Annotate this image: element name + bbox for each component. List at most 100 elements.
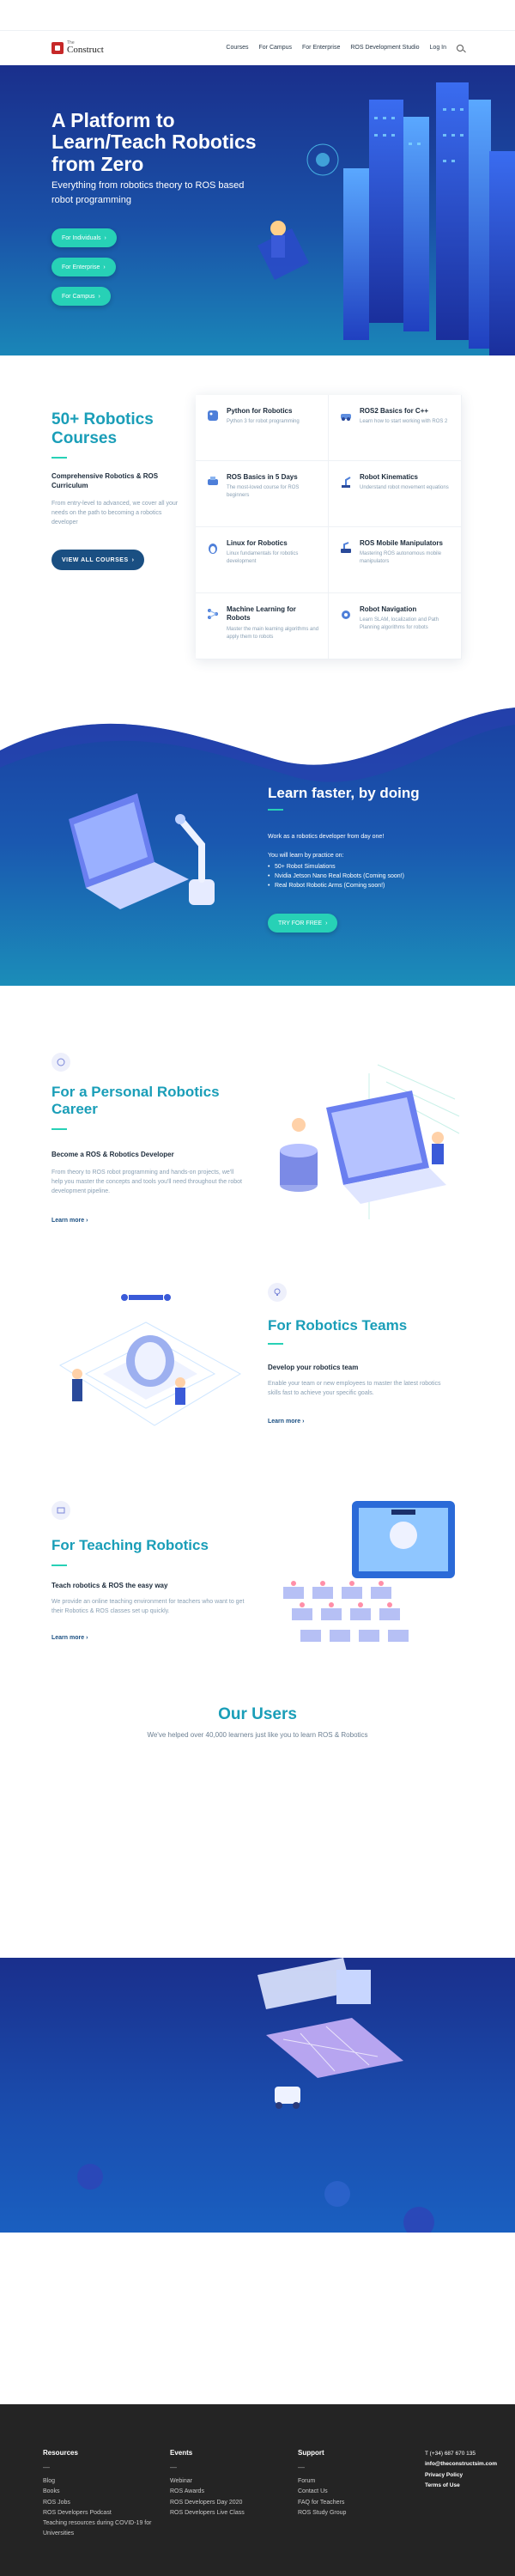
course-card[interactable]: Python for Robotics Python 3 for robot pr…	[196, 395, 329, 461]
robotics-teams-description: Enable your team or new employees to mas…	[268, 1381, 441, 1397]
footer-resources-column: Resources — Blog Books ROS Jobs ROS Deve…	[43, 2449, 163, 2540]
neural-network-icon	[208, 609, 218, 619]
our-users-title: Our Users	[218, 1705, 297, 1723]
course-name: Robot Navigation	[360, 605, 417, 613]
for-enterprise-button[interactable]: For Enterprise ›	[52, 258, 116, 276]
course-grid: Python for Robotics Python 3 for robot pr…	[196, 395, 462, 659]
footer-divider: —	[170, 2464, 177, 2471]
learn-title: Learn faster, by doing	[268, 785, 420, 801]
footer-link[interactable]: ROS Awards	[170, 2487, 290, 2497]
for-campus-button[interactable]: For Campus ›	[52, 287, 111, 306]
footer-link[interactable]: Blog	[43, 2476, 163, 2487]
course-card[interactable]: ROS Mobile Manipulators Mastering ROS aut…	[329, 527, 462, 593]
try-for-free-button[interactable]: TRY FOR FREE ›	[268, 914, 338, 933]
for-individuals-label: For Individuals	[62, 234, 101, 241]
course-name: ROS Mobile Manipulators	[360, 539, 443, 547]
list-item: 50+ Robot Simulations	[268, 862, 404, 872]
footer-link[interactable]: Webinar	[170, 2476, 290, 2487]
site-header: The Construct Courses For Campus For Ent…	[0, 31, 515, 65]
course-card[interactable]: Robot Navigation Learn SLAM, localization…	[329, 593, 462, 659]
footer-link[interactable]: ROS Developers Podcast	[43, 2508, 163, 2518]
footer-link[interactable]: Contact Us	[298, 2487, 418, 2497]
learn-more-label: Learn more	[268, 1419, 301, 1425]
logo-icon	[52, 41, 64, 54]
footer-divider: —	[298, 2464, 305, 2471]
footer-heading: Resources	[43, 2449, 78, 2457]
robot-rover-icon	[208, 477, 218, 485]
courses-subtitle: Comprehensive Robotics & ROS Curriculum	[52, 472, 159, 490]
chevron-right-icon: ›	[103, 264, 106, 270]
teaching-robotics-subtitle: Teach robotics & ROS the easy way	[52, 1582, 168, 1589]
nav-ros-development-studio[interactable]: ROS Development Studio	[350, 45, 419, 51]
learn-more-label: Learn more	[52, 1635, 85, 1641]
for-campus-label: For Campus	[62, 293, 95, 300]
title-underline	[52, 1128, 67, 1130]
chevron-right-icon: ›	[131, 556, 135, 563]
footer-link[interactable]: FAQ for Teachers	[298, 2498, 418, 2508]
nav-for-campus[interactable]: For Campus	[259, 45, 293, 51]
decorative-circle	[403, 2207, 434, 2233]
robot-arm-icon	[342, 477, 351, 488]
course-card[interactable]: Robot Kinematics Understand robot movemen…	[329, 461, 462, 527]
footer-heading: Events	[170, 2449, 193, 2457]
privacy-policy-link[interactable]: Privacy Policy	[425, 2470, 511, 2481]
teaching-robotics-description: We provide an online teaching environmen…	[52, 1599, 245, 1615]
chevron-right-icon: ›	[98, 293, 100, 300]
course-desc: Learn how to start working with ROS 2	[360, 419, 448, 425]
nav-courses[interactable]: Courses	[226, 45, 248, 51]
learn-faster-section: Learn faster, by doing Work as a robotic…	[0, 699, 515, 986]
navigation-robot-icon	[342, 611, 350, 619]
chevron-right-icon: ›	[325, 920, 328, 927]
personal-career-subtitle: Become a ROS & Robotics Developer	[52, 1151, 174, 1158]
personal-career-description: From theory to ROS robot programming and…	[52, 1170, 242, 1195]
for-enterprise-label: For Enterprise	[62, 264, 100, 270]
learn-line-1: Work as a robotics developer from day on…	[268, 834, 385, 840]
footer-email[interactable]: info@theconstructsim.com	[425, 2459, 511, 2470]
course-card[interactable]: ROS2 Basics for C++ Learn how to start wo…	[329, 395, 462, 461]
footer-link[interactable]: Forum	[298, 2476, 418, 2487]
robotics-teams-illustration	[58, 1294, 242, 1426]
view-all-courses-button[interactable]: VIEW ALL COURSES ›	[52, 550, 145, 570]
teams-learn-more-link[interactable]: Learn more ›	[268, 1419, 304, 1425]
footer-link[interactable]: Teaching resources during COVID-19 for U…	[43, 2518, 163, 2540]
nav-log-in[interactable]: Log In	[430, 45, 446, 51]
car-icon	[341, 414, 351, 421]
hero-section: A Platform to Learn/Teach Robotics from …	[0, 65, 515, 355]
terms-of-use-link[interactable]: Terms of Use	[425, 2481, 511, 2491]
hero-subtitle: Everything from robotics theory to ROS b…	[52, 180, 245, 205]
course-card[interactable]: Machine Learning for Robots Master the ma…	[196, 593, 329, 659]
footer-link[interactable]: ROS Jobs	[43, 2498, 163, 2508]
view-all-courses-label: VIEW ALL COURSES	[62, 556, 129, 563]
course-desc: Understand robot movement equations	[360, 485, 449, 491]
course-name: Python for Robotics	[227, 407, 293, 415]
course-card[interactable]: Linux for Robotics Linux fundamentals for…	[196, 527, 329, 593]
footer-link[interactable]: ROS Developers Day 2020	[170, 2498, 290, 2508]
title-underline	[268, 809, 283, 811]
search-icon[interactable]	[457, 44, 464, 52]
teaching-learn-more-link[interactable]: Learn more ›	[52, 1635, 88, 1641]
classroom-icon	[52, 1501, 70, 1520]
footer-phone[interactable]: T (+34) 687 670 135	[425, 2449, 511, 2459]
course-name: Linux for Robotics	[227, 539, 288, 547]
main-nav: Courses For Campus For Enterprise ROS De…	[226, 44, 464, 52]
personal-career-title: For a Personal Robotics Career	[52, 1084, 220, 1118]
course-name: Machine Learning for Robots	[227, 605, 296, 623]
personal-learn-more-link[interactable]: Learn more ›	[52, 1218, 88, 1224]
courses-title: 50+ Robotics Courses	[52, 410, 154, 447]
list-item: Nvidia Jetson Nano Real Robots (Coming s…	[268, 872, 404, 881]
footer-link[interactable]: Books	[43, 2487, 163, 2497]
course-desc: Python 3 for robot programming	[227, 419, 300, 425]
footer-link[interactable]: ROS Developers Live Class	[170, 2508, 290, 2518]
logo[interactable]: The Construct	[52, 40, 104, 55]
hero-title: A Platform to Learn/Teach Robotics from …	[52, 109, 257, 175]
footer-link[interactable]: ROS Study Group	[298, 2508, 418, 2518]
python-icon	[208, 410, 218, 421]
robot-map-illustration	[258, 1958, 403, 2109]
course-card[interactable]: ROS Basics in 5 Days The most-loved cours…	[196, 461, 329, 527]
chevron-right-icon: ›	[104, 234, 106, 241]
course-desc: Learn SLAM, localization and Path Planni…	[360, 617, 439, 631]
for-individuals-button[interactable]: For Individuals ›	[52, 228, 117, 247]
courses-description: From entry-level to advanced, we cover a…	[52, 501, 179, 526]
top-strip	[0, 0, 515, 31]
nav-for-enterprise[interactable]: For Enterprise	[302, 45, 340, 51]
